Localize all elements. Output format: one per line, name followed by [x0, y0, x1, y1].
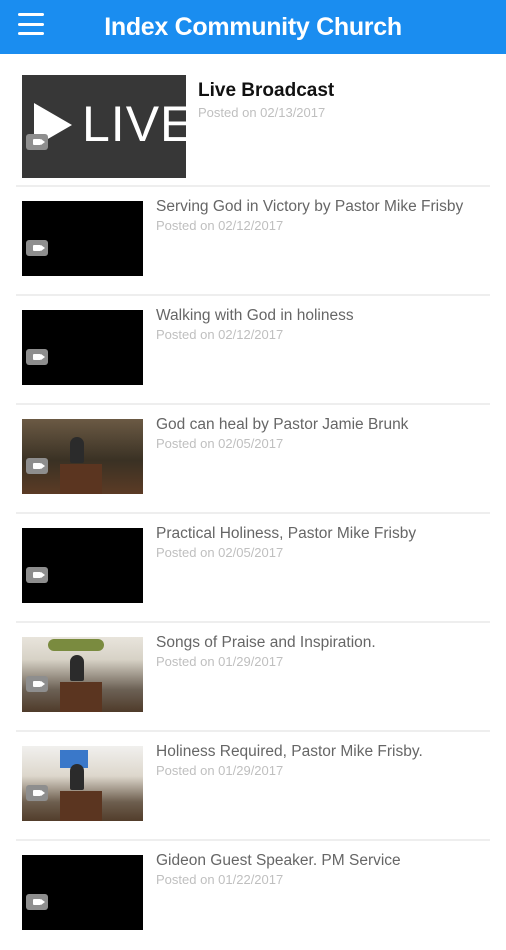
video-thumbnail[interactable]: [22, 310, 143, 385]
live-label: LIVE: [82, 96, 186, 152]
hamburger-menu-icon[interactable]: [18, 13, 44, 35]
list-item[interactable]: Songs of Praise and Inspiration. Posted …: [0, 623, 506, 732]
video-thumbnail[interactable]: [22, 528, 143, 603]
flowers: [48, 639, 104, 651]
video-camera-icon: [26, 349, 48, 365]
speaker-figure: [70, 655, 84, 681]
list-item[interactable]: Practical Holiness, Pastor Mike Frisby P…: [0, 514, 506, 623]
post-title: God can heal by Pastor Jamie Brunk: [156, 416, 409, 433]
video-thumbnail[interactable]: [22, 201, 143, 276]
video-camera-icon: [26, 134, 48, 150]
video-thumbnail[interactable]: [22, 419, 143, 494]
post-date: Posted on 01/22/2017: [156, 872, 284, 887]
pulpit: [60, 464, 102, 494]
post-title: Songs of Praise and Inspiration.: [156, 634, 376, 651]
app-header: Index Community Church: [0, 0, 506, 54]
post-title: Gideon Guest Speaker. PM Service: [156, 852, 401, 869]
post-title: Walking with God in holiness: [156, 307, 354, 324]
post-date: Posted on 01/29/2017: [156, 654, 284, 669]
video-thumbnail[interactable]: [22, 637, 143, 712]
post-title: Serving God in Victory by Pastor Mike Fr…: [156, 198, 464, 215]
video-camera-icon: [26, 458, 48, 474]
video-thumbnail[interactable]: [22, 746, 143, 821]
post-date: Posted on 02/12/2017: [156, 218, 284, 233]
post-date: Posted on 02/12/2017: [156, 327, 284, 342]
pulpit: [60, 791, 102, 821]
app-title: Index Community Church: [104, 12, 402, 41]
list-item[interactable]: Serving God in Victory by Pastor Mike Fr…: [0, 187, 506, 296]
pulpit: [60, 682, 102, 712]
video-camera-icon: [26, 240, 48, 256]
video-thumbnail[interactable]: [22, 855, 143, 930]
list-item[interactable]: God can heal by Pastor Jamie Brunk Poste…: [0, 405, 506, 514]
video-thumbnail[interactable]: LIVE: [22, 75, 186, 178]
post-date: Posted on 02/05/2017: [156, 436, 284, 451]
post-date: Posted on 01/29/2017: [156, 763, 284, 778]
list-item[interactable]: Gideon Guest Speaker. PM Service Posted …: [0, 841, 506, 950]
post-title: Holiness Required, Pastor Mike Frisby.: [156, 743, 423, 760]
list-item[interactable]: Holiness Required, Pastor Mike Frisby. P…: [0, 732, 506, 841]
video-camera-icon: [26, 567, 48, 583]
video-camera-icon: [26, 676, 48, 692]
post-title: Practical Holiness, Pastor Mike Frisby: [156, 525, 417, 542]
list-item[interactable]: Walking with God in holiness Posted on 0…: [0, 296, 506, 405]
speaker-figure: [70, 764, 84, 790]
video-list: LIVE Live Broadcast Posted on 02/13/2017…: [0, 54, 506, 950]
post-date: Posted on 02/13/2017: [198, 105, 326, 120]
video-camera-icon: [26, 785, 48, 801]
post-title: Live Broadcast: [198, 80, 335, 101]
post-date: Posted on 02/05/2017: [156, 545, 284, 560]
list-item[interactable]: LIVE Live Broadcast Posted on 02/13/2017: [0, 54, 506, 187]
speaker-figure: [70, 437, 84, 463]
video-camera-icon: [26, 894, 48, 910]
